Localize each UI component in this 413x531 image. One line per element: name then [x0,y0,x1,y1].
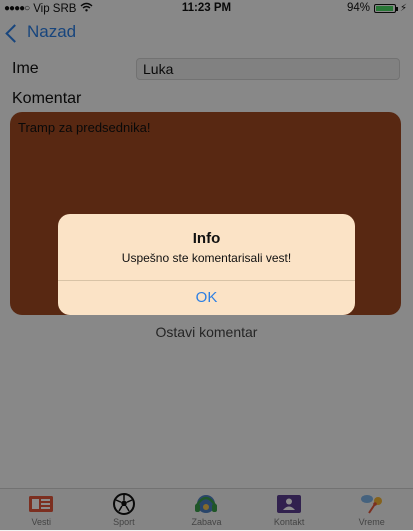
app-screen: ●●●●○ Vip SRB 11:23 PM 94% ⚡ Nazad Ime L… [0,0,413,531]
alert-title: Info [192,230,221,247]
alert-message: Uspešno ste komentarisali vest! [121,251,292,265]
info-alert-dialog: Info Uspešno ste komentarisali vest! OK [58,214,355,315]
alert-ok-button[interactable]: OK [58,281,355,315]
